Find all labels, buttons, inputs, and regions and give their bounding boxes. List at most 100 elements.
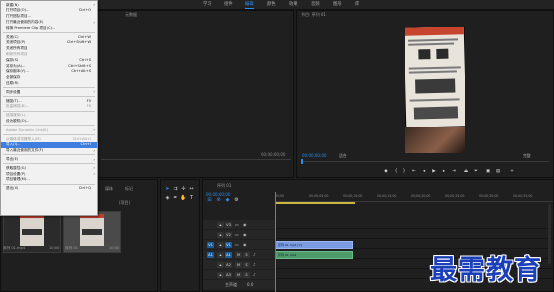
- settings-icon[interactable]: +: [509, 169, 515, 175]
- rate-stretch-tool-icon[interactable]: ↔: [188, 186, 195, 193]
- eye-icon[interactable]: ◉: [243, 242, 247, 247]
- workspace-tab[interactable]: 效果: [289, 1, 298, 7]
- mark-in-icon[interactable]: {: [393, 169, 399, 175]
- type-tool-icon[interactable]: T: [188, 195, 195, 202]
- menu-item[interactable]: 同步设置 ›: [1, 89, 97, 95]
- track-lock-icon[interactable]: 🔒︎: [217, 221, 224, 228]
- menu-item-shortcut: Ctrl+Shift+W: [66, 40, 91, 45]
- project-tab-media[interactable]: 媒体: [105, 186, 113, 192]
- track-header: 🔒︎ A3 M S ♪: [203, 270, 275, 279]
- menu-item: 批量捕捉(B)... F6: [1, 104, 97, 110]
- extract-icon[interactable]: ⏷: [473, 169, 479, 175]
- track-label[interactable]: A2: [225, 261, 232, 268]
- project-search-hint[interactable]: (项目): [119, 200, 130, 206]
- workspace-tab[interactable]: 学习: [203, 1, 212, 7]
- linked-selection-icon[interactable]: ⊗: [215, 197, 222, 204]
- source-patch-a1[interactable]: A1: [207, 251, 214, 258]
- menu-item[interactable]: 导入最近使用的文件(F) ›: [1, 148, 97, 154]
- add-marker-icon[interactable]: ◆: [224, 197, 231, 204]
- ruler-label: 00;00;25;00: [445, 194, 465, 198]
- track-v2: 🔒︎ V2 ▭ ◉: [203, 230, 553, 239]
- pen-tool-icon[interactable]: ✒: [172, 195, 179, 202]
- time-ruler[interactable]: 00;00 00;00;05;00 00;00;10;00 00;00;15;0…: [275, 194, 553, 202]
- go-to-in-icon[interactable]: ⇤: [411, 169, 417, 175]
- track-label[interactable]: V1: [225, 241, 232, 248]
- menu-separator: [3, 32, 95, 33]
- timeline-playhead[interactable]: [275, 192, 276, 292]
- snap-icon[interactable]: ⊞: [206, 197, 213, 204]
- quality-dropdown[interactable]: 完整: [523, 153, 531, 159]
- microphone-icon[interactable]: ♪: [253, 262, 256, 267]
- track-lock-icon[interactable]: 🔒︎: [217, 261, 224, 268]
- program-playhead[interactable]: [301, 159, 303, 164]
- metadata-tab[interactable]: 元数据: [125, 12, 137, 18]
- export-frame-icon[interactable]: ▣: [485, 169, 491, 175]
- workspace-tab[interactable]: 图形: [333, 1, 342, 7]
- track-label[interactable]: V2: [225, 231, 232, 238]
- audio-clip[interactable]: 序列 01.mp4: [275, 250, 353, 259]
- compare-view-icon[interactable]: ▤: [495, 169, 501, 175]
- sync-lock-icon[interactable]: ▭: [235, 222, 239, 227]
- workspace-tab-active[interactable]: 编辑: [245, 1, 254, 9]
- solo-button[interactable]: S: [243, 251, 250, 258]
- tools-panel: ➤ ⇉ ✢ ↔ ◈ ✒ ✋ T: [160, 179, 200, 292]
- track-label[interactable]: A3: [225, 271, 232, 278]
- mute-button[interactable]: M: [235, 261, 242, 268]
- menu-item[interactable]: 转换 Premiere Clip 项目(C)...: [1, 25, 97, 31]
- menu-item[interactable]: 设为脱机(O)...: [1, 118, 97, 124]
- track-lock-icon[interactable]: 🔒︎: [217, 271, 224, 278]
- eye-icon[interactable]: ◉: [243, 232, 247, 237]
- mark-out-icon[interactable]: }: [401, 169, 407, 175]
- play-icon[interactable]: ▶: [431, 169, 437, 175]
- menu-item-label: 同步设置: [6, 89, 21, 94]
- timeline-settings-icon[interactable]: ⚙: [233, 197, 240, 204]
- work-area-bar[interactable]: [275, 202, 355, 204]
- menu-item-shortcut: Ctrl+S: [79, 57, 91, 62]
- ripple-edit-tool-icon[interactable]: ✢: [180, 186, 187, 193]
- track-header: A1 🔒︎ A1 M S ♪: [203, 250, 275, 259]
- source-scrub-bar[interactable]: [101, 159, 291, 160]
- project-tab-markers[interactable]: 标记: [125, 186, 133, 192]
- mute-button[interactable]: M: [235, 251, 242, 258]
- track-select-tool-icon[interactable]: ⇉: [172, 186, 179, 193]
- hand-tool-icon[interactable]: ✋: [180, 195, 187, 202]
- lift-icon[interactable]: ⏏: [463, 169, 469, 175]
- menu-item[interactable]: 项目管理(M)...: [1, 177, 97, 183]
- menu-item[interactable]: 退出(X) Ctrl+Q: [1, 186, 97, 192]
- track-lock-icon[interactable]: 🔒︎: [217, 241, 224, 248]
- marker-icon[interactable]: ◆: [383, 169, 389, 175]
- master-label: 主声道: [225, 281, 237, 287]
- solo-button[interactable]: S: [243, 261, 250, 268]
- microphone-icon[interactable]: ♪: [253, 272, 256, 277]
- workspace-tab[interactable]: 库: [355, 1, 359, 7]
- workspace-tab[interactable]: 音频: [311, 1, 320, 7]
- menu-item[interactable]: 导出(E) ›: [1, 156, 97, 162]
- razor-tool-icon[interactable]: ◈: [164, 195, 171, 202]
- program-scrub-bar[interactable]: [301, 161, 549, 162]
- program-timecode[interactable]: 00;00;00;00: [302, 153, 326, 158]
- mute-button[interactable]: M: [235, 271, 242, 278]
- fit-dropdown[interactable]: 适合: [339, 153, 347, 159]
- sync-lock-icon[interactable]: ▭: [235, 232, 239, 237]
- timeline-tab[interactable]: 序列 01: [217, 183, 231, 189]
- track-label[interactable]: A1: [225, 251, 232, 258]
- timeline-scrollbar[interactable]: [548, 204, 551, 264]
- video-clip[interactable]: 序列 01.mp4 [V]: [275, 240, 353, 249]
- microphone-icon[interactable]: ♪: [253, 252, 256, 257]
- workspace-tab[interactable]: 颜色: [267, 1, 276, 7]
- master-volume[interactable]: 0.0: [247, 282, 253, 287]
- source-patch-v1[interactable]: V1: [207, 241, 214, 248]
- solo-button[interactable]: S: [243, 271, 250, 278]
- track-label[interactable]: V3: [225, 221, 232, 228]
- sync-lock-icon[interactable]: ▭: [235, 242, 239, 247]
- workspace-tab[interactable]: 组件: [224, 1, 233, 7]
- step-forward-icon[interactable]: ▸: [441, 169, 447, 175]
- step-back-icon[interactable]: ◂: [421, 169, 427, 175]
- track-lock-icon[interactable]: 🔒︎: [217, 251, 224, 258]
- go-to-out-icon[interactable]: ⇥: [451, 169, 457, 175]
- track-lock-icon[interactable]: 🔒︎: [217, 231, 224, 238]
- menu-item-shortcut: Ctrl+Shift+S: [68, 63, 91, 68]
- menu-item[interactable]: 还原(R): [1, 80, 97, 86]
- eye-icon[interactable]: ◉: [243, 222, 247, 227]
- selection-tool-icon[interactable]: ➤: [164, 186, 171, 193]
